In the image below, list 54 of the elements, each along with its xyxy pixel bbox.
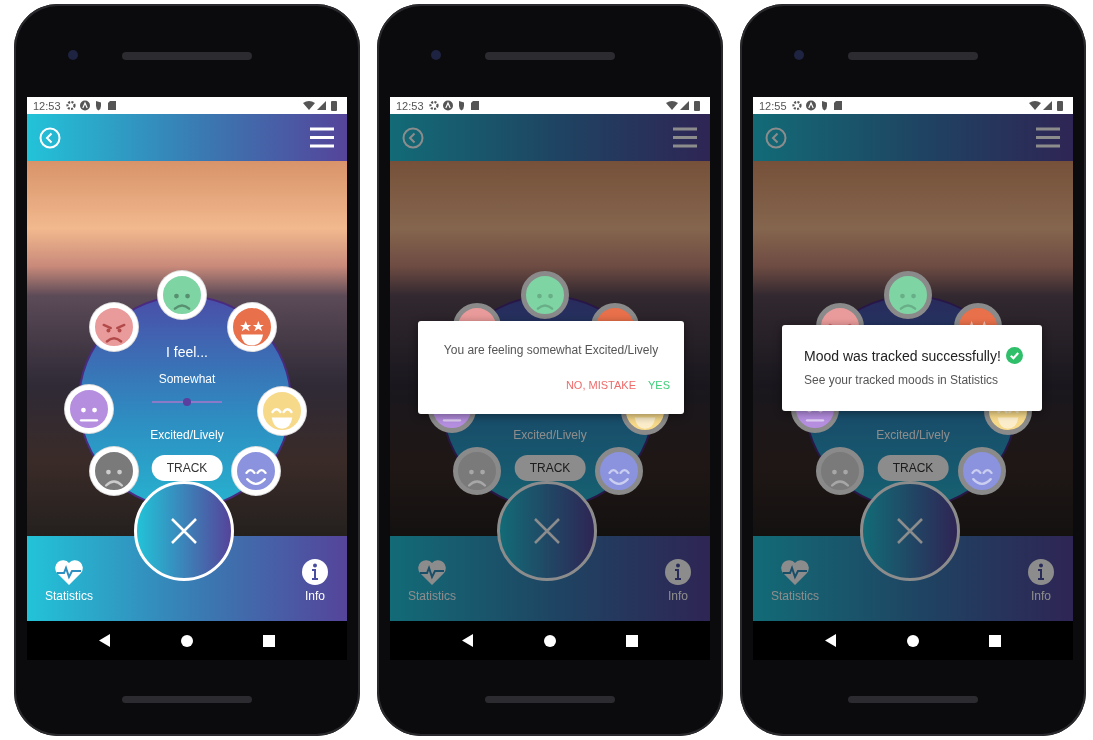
- camera-lens: [794, 50, 804, 60]
- mood-label: Excited/Lively: [876, 428, 950, 442]
- check-icon: [1005, 347, 1023, 364]
- menu-icon[interactable]: [672, 127, 698, 148]
- track-button[interactable]: TRACK: [877, 455, 949, 481]
- nav-item[interactable]: Statistics: [408, 559, 456, 603]
- nav-label: Statistics: [771, 589, 819, 603]
- status-time: 12:55: [759, 99, 787, 112]
- info-icon: [301, 558, 329, 586]
- nav-label: Info: [668, 589, 688, 603]
- close-icon: [171, 518, 197, 544]
- intensity-label: Somewhat: [158, 372, 216, 386]
- mood-label: Excited/Lively: [150, 428, 224, 442]
- dialog-action-button[interactable]: NO, MISTAKE: [565, 379, 636, 391]
- status-time: 12:53: [396, 99, 424, 112]
- status-time: 12:53: [33, 99, 61, 112]
- camera-lens: [68, 50, 78, 60]
- mood-label: Excited/Lively: [513, 428, 587, 442]
- camera-lens: [431, 50, 441, 60]
- slider-thumb[interactable]: [183, 398, 191, 406]
- dialog-message: See your tracked moods in Statistics: [803, 373, 1000, 387]
- info-icon: [664, 558, 692, 586]
- nav-label: Info: [1031, 589, 1051, 603]
- nav-item[interactable]: Statistics: [45, 559, 93, 603]
- nav-label: Info: [305, 589, 325, 603]
- info-icon: [1027, 558, 1055, 586]
- nav-label: Statistics: [45, 589, 93, 603]
- track-button[interactable]: TRACK: [151, 455, 223, 481]
- dialog-message: You are feeling somewhat Excited/Lively: [442, 343, 660, 357]
- menu-icon[interactable]: [1035, 127, 1061, 148]
- home-icon[interactable]: [544, 634, 556, 647]
- wheel-heading: I feel...: [166, 344, 208, 360]
- close-icon: [897, 518, 923, 544]
- close-icon: [534, 518, 560, 544]
- nav-item[interactable]: Info: [664, 558, 692, 603]
- nav-label: Statistics: [408, 589, 456, 603]
- heart-icon: [780, 559, 810, 586]
- recents-icon[interactable]: [626, 634, 638, 647]
- nav-item[interactable]: Statistics: [771, 559, 819, 603]
- nav-item[interactable]: Info: [301, 558, 329, 603]
- home-icon[interactable]: [181, 634, 193, 647]
- track-button[interactable]: TRACK: [514, 455, 586, 481]
- menu-icon[interactable]: [309, 127, 335, 148]
- heart-icon: [54, 559, 84, 586]
- recents-icon[interactable]: [263, 634, 275, 647]
- heart-icon: [417, 559, 447, 586]
- dialog-action-button[interactable]: YES: [648, 379, 670, 391]
- dialog-title: Mood was tracked successfully!: [804, 347, 1001, 364]
- back-icon[interactable]: [462, 634, 474, 647]
- back-icon[interactable]: [99, 634, 111, 647]
- recents-icon[interactable]: [989, 634, 1001, 647]
- nav-item[interactable]: Info: [1027, 558, 1055, 603]
- home-icon[interactable]: [907, 634, 919, 647]
- back-icon[interactable]: [825, 634, 837, 647]
